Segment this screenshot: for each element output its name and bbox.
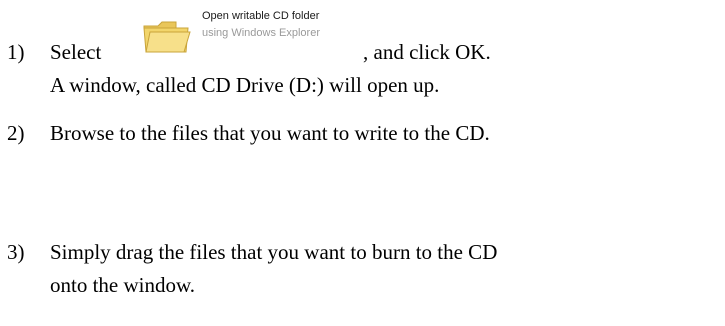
- step-text: Select: [50, 40, 102, 64]
- folder-icon: [143, 21, 191, 53]
- option-subtitle: using Windows Explorer: [202, 27, 320, 39]
- step-1-text-after: , and click OK.: [363, 40, 491, 64]
- step-text-line2: A window, called CD Drive (D:) will open…: [50, 73, 440, 97]
- step-text: Browse to the files that you want to wri…: [50, 121, 490, 145]
- open-writable-cd-option: Open writable CD folder using Windows Ex…: [142, 6, 362, 58]
- step-number: 3): [7, 240, 25, 264]
- step-text-line2: onto the window.: [50, 273, 196, 297]
- step-number: 2): [7, 121, 25, 145]
- option-title: Open writable CD folder: [202, 10, 320, 22]
- step-text: Simply drag the files that you want to b…: [50, 240, 498, 264]
- step-number: 1): [7, 40, 25, 64]
